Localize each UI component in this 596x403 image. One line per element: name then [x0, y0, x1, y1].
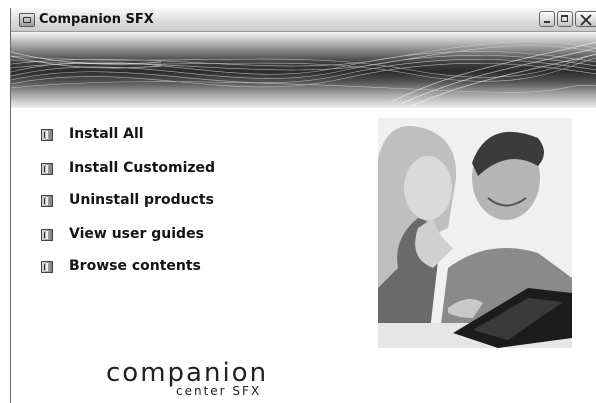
- close-button[interactable]: [575, 11, 596, 27]
- title-bar[interactable]: Companion SFX: [11, 8, 596, 32]
- maximize-button[interactable]: [557, 11, 573, 27]
- minimize-button[interactable]: [539, 11, 555, 27]
- book-icon: [41, 229, 53, 241]
- menu-item-uninstall-products[interactable]: Uninstall products: [39, 192, 279, 212]
- menu-item-install-all[interactable]: Install All: [39, 126, 279, 146]
- menu-label[interactable]: View user guides: [69, 226, 204, 242]
- menu-label[interactable]: Install Customized: [69, 160, 215, 176]
- book-icon: [41, 195, 53, 207]
- book-icon: [41, 261, 53, 273]
- header-banner: [11, 32, 596, 108]
- menu-item-install-customized[interactable]: Install Customized: [39, 160, 279, 180]
- companion-logo-subtitle: center SFX: [176, 384, 262, 398]
- book-icon: [41, 163, 53, 175]
- menu-item-browse-contents[interactable]: Browse contents: [39, 258, 279, 278]
- menu-label[interactable]: Install All: [69, 126, 144, 142]
- menu-item-view-user-guides[interactable]: View user guides: [39, 226, 279, 246]
- close-icon: [580, 14, 592, 26]
- menu-label[interactable]: Uninstall products: [69, 192, 214, 208]
- couple-laptop-photo: [378, 118, 572, 348]
- app-window-icon[interactable]: [19, 13, 35, 27]
- installer-window: Companion SFX Install All Install Custom…: [10, 8, 596, 403]
- menu-label[interactable]: Browse contents: [69, 258, 201, 274]
- photo-illustration: [378, 118, 572, 348]
- book-icon: [41, 129, 53, 141]
- window-title: Companion SFX: [39, 12, 154, 27]
- banner-wave-graphic: [11, 41, 596, 107]
